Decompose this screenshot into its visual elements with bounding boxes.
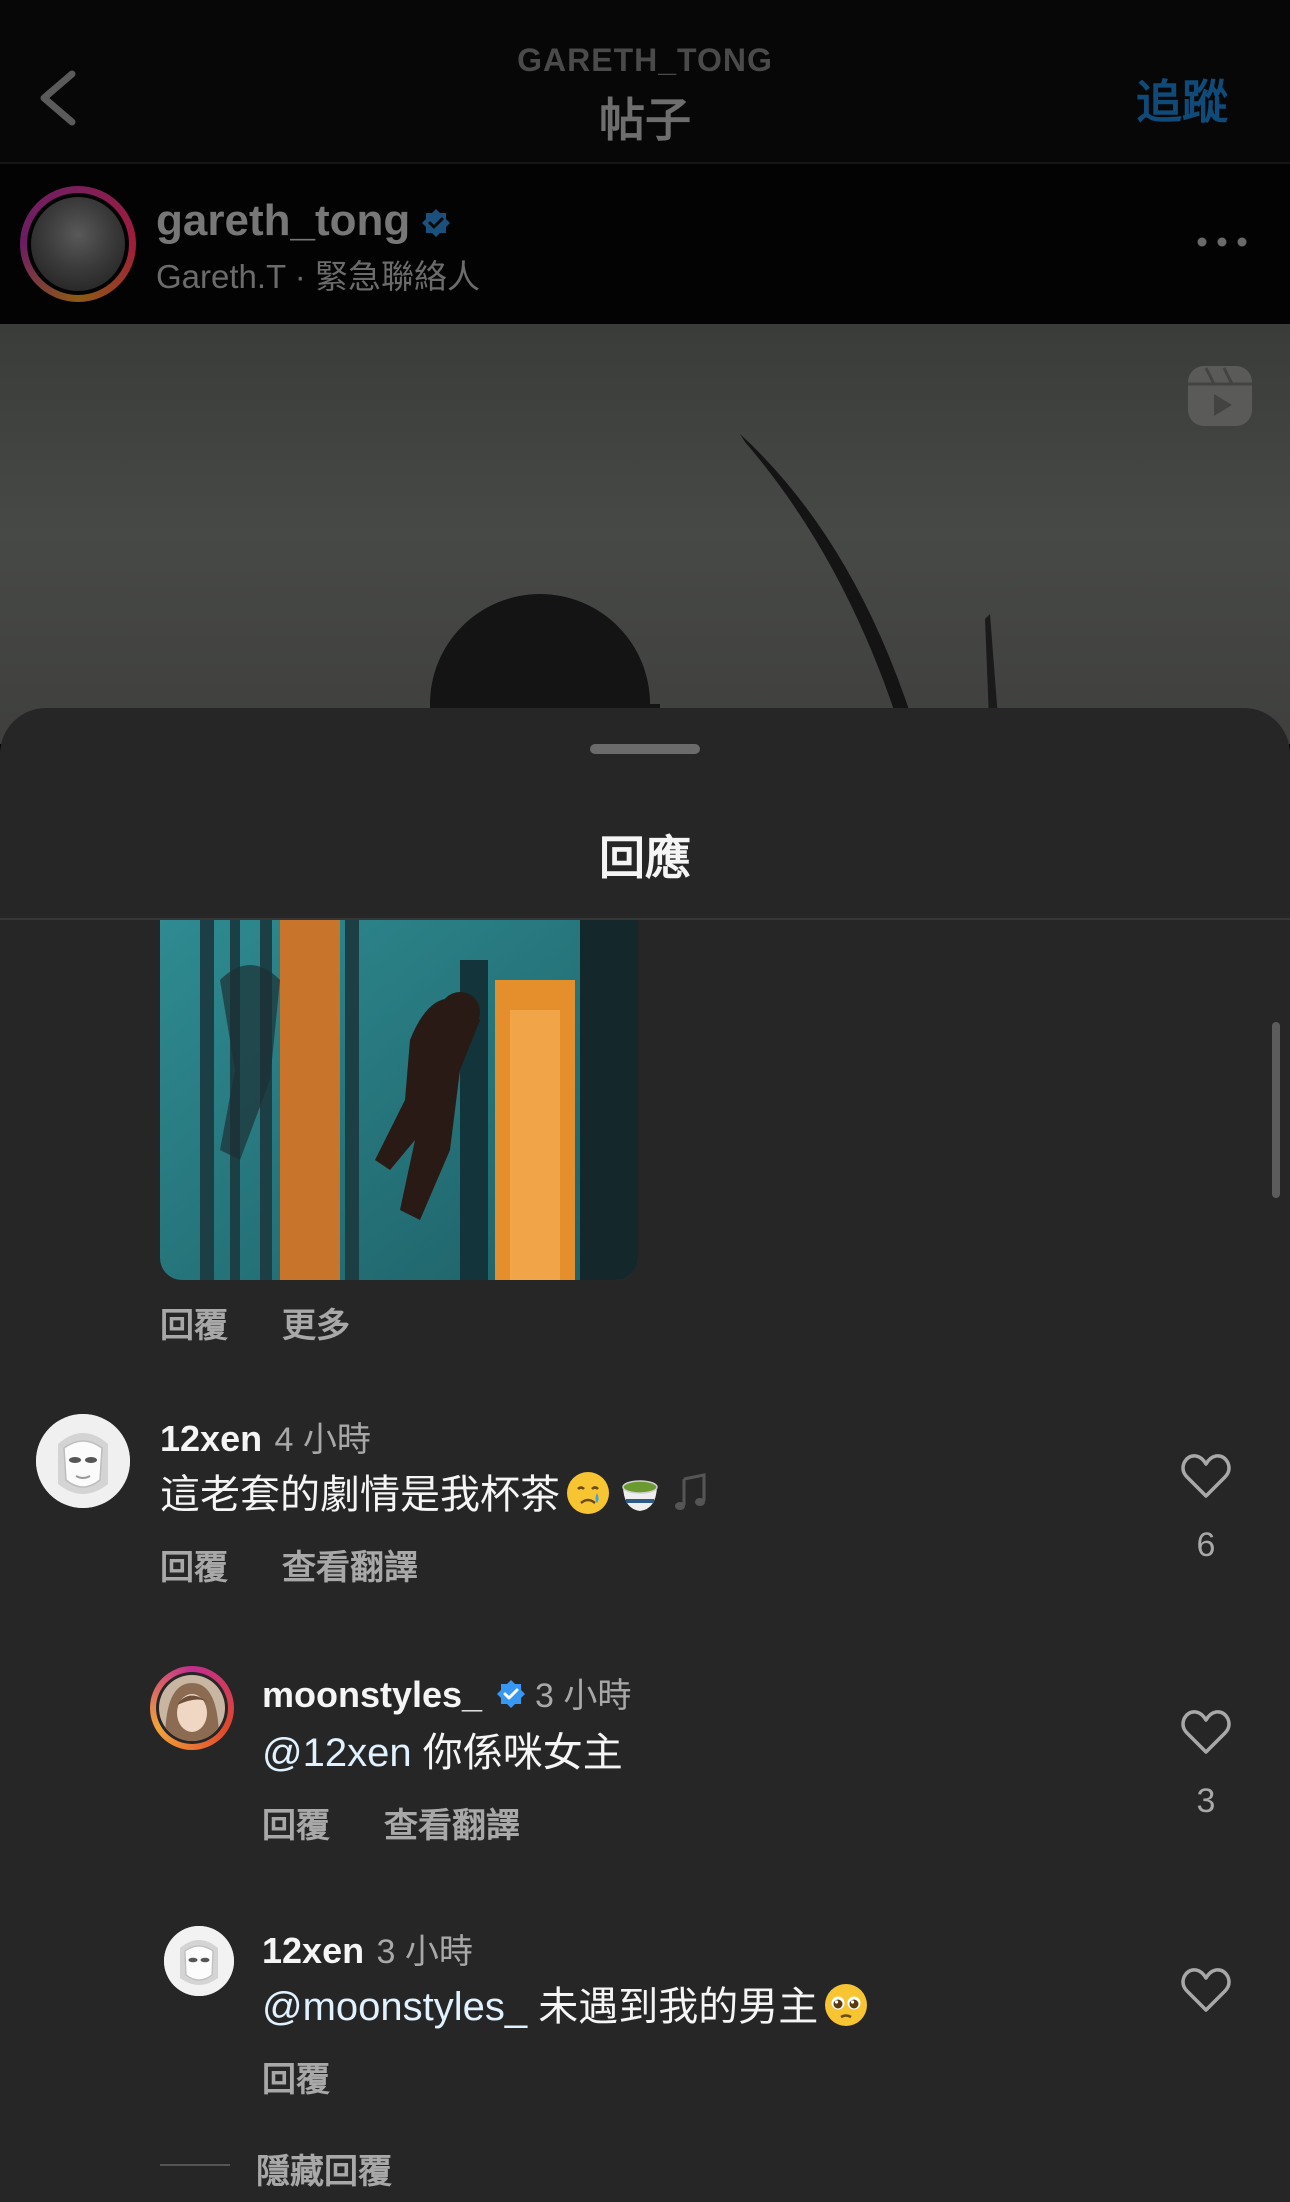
divider: [160, 2164, 230, 2166]
heart-icon: [1181, 1968, 1231, 2012]
comment-body: 這老套的劇情是我杯茶: [160, 1473, 560, 1517]
reply-text: @moonstyles_ 未遇到我的男主: [262, 1974, 870, 2032]
reels-icon: [1188, 366, 1252, 426]
reply-body: 你係咪女主: [422, 1731, 623, 1775]
reply-timestamp: 3 小時: [376, 1933, 473, 1971]
heart-icon: [1181, 1710, 1231, 1754]
avatar[interactable]: [164, 1926, 234, 1996]
comment-text: 這老套的劇情是我杯茶: [160, 1462, 716, 1520]
post-author-username[interactable]: gareth_tong: [156, 196, 410, 246]
scrollbar[interactable]: [1272, 1022, 1280, 1198]
mask-avatar-image: [164, 1926, 234, 1996]
comment-header: 12xen 4 小時: [160, 1412, 371, 1461]
verified-badge-icon: [496, 1680, 525, 1708]
heart-icon: [1181, 1454, 1231, 1498]
verified-badge-icon: [422, 209, 450, 237]
reply-button[interactable]: 回覆: [160, 1540, 228, 1589]
reply-button[interactable]: 回覆: [262, 2052, 330, 2101]
more-button[interactable]: 更多: [282, 1298, 350, 1347]
portrait-avatar-image: [159, 1675, 225, 1741]
avatar[interactable]: [36, 1414, 130, 1508]
post-video[interactable]: [0, 324, 1290, 744]
like-button[interactable]: [1180, 1966, 1232, 2019]
reply-button[interactable]: 回覆: [262, 1798, 330, 1847]
video-frame-image: [430, 434, 1000, 744]
gif-image: [160, 920, 638, 1280]
reply-text: @12xen 你係咪女主: [262, 1720, 623, 1778]
follow-button[interactable]: 追蹤: [1136, 66, 1228, 132]
pleading-face-icon: [825, 1984, 868, 2026]
comment-timestamp: 4 小時: [274, 1421, 371, 1459]
reply-timestamp: 3 小時: [534, 1677, 632, 1715]
mention-link[interactable]: @12xen: [262, 1731, 412, 1775]
nav-username: GARETH_TONG: [517, 42, 773, 78]
like-button[interactable]: [1180, 1708, 1232, 1761]
more-options-icon[interactable]: [1196, 232, 1248, 252]
like-button[interactable]: [1180, 1452, 1232, 1505]
avatar[interactable]: [159, 1675, 225, 1741]
crying-face-icon: [567, 1472, 609, 1514]
reply-username[interactable]: moonstyles_: [262, 1674, 482, 1715]
see-translation-button[interactable]: 查看翻譯: [282, 1540, 418, 1589]
post-audio-subtitle[interactable]: Gareth.T · 緊急聯絡人: [156, 250, 480, 298]
page-title: 帖子: [599, 94, 691, 146]
reply-body: 未遇到我的男主: [538, 1985, 819, 2029]
reply-header: moonstyles_ 3 小時: [262, 1668, 631, 1717]
mention-link[interactable]: @moonstyles_: [262, 1985, 527, 2029]
reply-button[interactable]: 回覆: [160, 1298, 228, 1347]
post-author-avatar[interactable]: [27, 193, 129, 295]
reply-username[interactable]: 12xen: [262, 1930, 364, 1971]
comment-username[interactable]: 12xen: [160, 1418, 262, 1459]
musical-notes-icon: [675, 1473, 706, 1510]
hide-replies-button[interactable]: 隱藏回覆: [256, 2144, 392, 2193]
see-translation-button[interactable]: 查看翻譯: [384, 1798, 520, 1847]
reply-header: 12xen 3 小時: [262, 1924, 473, 1973]
sheet-grabber[interactable]: [590, 744, 700, 754]
comments-title: 回應: [599, 832, 691, 884]
like-count: 3: [1196, 1782, 1216, 1820]
comment-gif-image[interactable]: [160, 920, 638, 1280]
like-count: 6: [1196, 1526, 1216, 1564]
mask-avatar-image: [36, 1414, 130, 1508]
teacup-icon: [622, 1480, 658, 1511]
